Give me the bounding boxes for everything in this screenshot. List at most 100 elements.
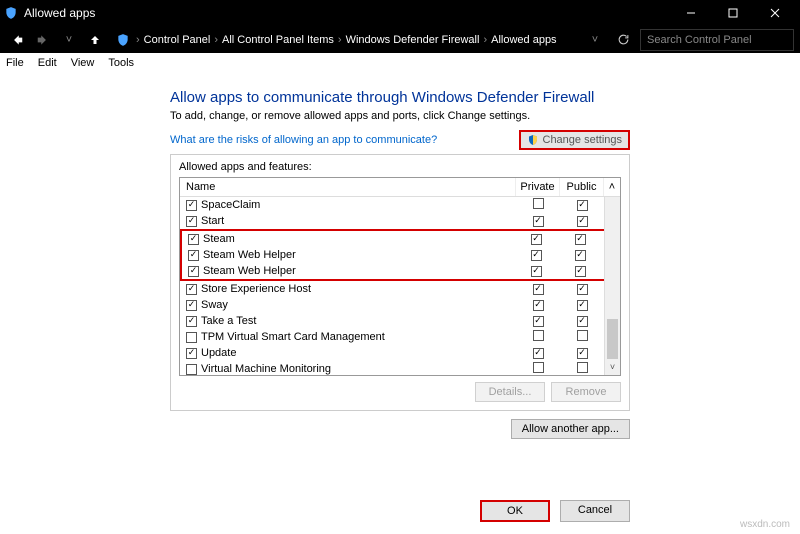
public-checkbox[interactable] [575, 234, 586, 245]
chevron-right-icon: › [134, 34, 142, 46]
recent-dropdown[interactable]: ˅ [58, 29, 80, 51]
app-enable-checkbox[interactable] [186, 332, 197, 343]
col-name[interactable]: Name [180, 178, 516, 196]
back-button[interactable] [6, 29, 28, 51]
private-checkbox[interactable] [533, 348, 544, 359]
app-enable-checkbox[interactable] [188, 250, 199, 261]
public-checkbox[interactable] [575, 266, 586, 277]
allowed-apps-group: Allowed apps and features: Name Private … [170, 154, 630, 411]
breadcrumb[interactable]: › Control Panel › All Control Panel Item… [110, 29, 580, 51]
table-row[interactable]: Start [180, 213, 620, 229]
maximize-button[interactable] [712, 0, 754, 26]
public-checkbox[interactable] [577, 284, 588, 295]
forward-button[interactable] [32, 29, 54, 51]
table-row[interactable]: Virtual Machine Monitoring [180, 361, 620, 375]
minimize-button[interactable] [670, 0, 712, 26]
group-label: Allowed apps and features: [179, 161, 621, 177]
app-enable-checkbox[interactable] [186, 364, 197, 375]
table-row[interactable]: Steam [182, 231, 618, 247]
apps-table: Name Private Public ˄ SpaceClaim Start Ste… [179, 177, 621, 376]
private-checkbox[interactable] [533, 198, 544, 209]
close-button[interactable] [754, 0, 796, 26]
public-checkbox[interactable] [575, 250, 586, 261]
table-row[interactable]: Steam Web Helper [182, 263, 618, 279]
public-checkbox[interactable] [577, 316, 588, 327]
private-checkbox[interactable] [533, 300, 544, 311]
table-header: Name Private Public ˄ [180, 178, 620, 197]
title-bar: Allowed apps [0, 0, 800, 26]
public-checkbox[interactable] [577, 362, 588, 373]
change-settings-button[interactable]: Change settings [519, 130, 631, 150]
app-enable-checkbox[interactable] [188, 234, 199, 245]
scrollbar[interactable]: ˅ [604, 197, 620, 375]
refresh-button[interactable] [610, 33, 636, 46]
app-enable-checkbox[interactable] [186, 284, 197, 295]
menu-file[interactable]: File [6, 57, 24, 69]
app-name: Steam Web Helper [203, 249, 296, 261]
app-enable-checkbox[interactable] [186, 300, 197, 311]
details-button[interactable]: Details... [475, 382, 545, 402]
change-settings-label: Change settings [543, 134, 623, 146]
private-checkbox[interactable] [531, 250, 542, 261]
content-area: Allow apps to communicate through Window… [0, 73, 800, 449]
private-checkbox[interactable] [531, 266, 542, 277]
app-name: Virtual Machine Monitoring [201, 363, 331, 375]
breadcrumb-item[interactable]: Control Panel [144, 34, 211, 46]
breadcrumb-item[interactable]: Windows Defender Firewall [346, 34, 480, 46]
public-checkbox[interactable] [577, 330, 588, 341]
chevron-right-icon: › [481, 34, 489, 46]
app-name: Update [201, 347, 236, 359]
app-enable-checkbox[interactable] [188, 266, 199, 277]
table-row[interactable]: Store Experience Host [180, 281, 620, 297]
private-checkbox[interactable] [533, 216, 544, 227]
app-name: SpaceClaim [201, 199, 260, 211]
app-enable-checkbox[interactable] [186, 216, 197, 227]
public-checkbox[interactable] [577, 216, 588, 227]
private-checkbox[interactable] [533, 316, 544, 327]
menu-bar: File Edit View Tools [0, 53, 800, 73]
remove-button[interactable]: Remove [551, 382, 621, 402]
search-input[interactable]: Search Control Panel [640, 29, 794, 51]
col-private[interactable]: Private [516, 178, 560, 196]
cancel-button[interactable]: Cancel [560, 500, 630, 522]
private-checkbox[interactable] [533, 362, 544, 373]
scrollbar-thumb[interactable] [607, 319, 618, 359]
public-checkbox[interactable] [577, 348, 588, 359]
table-row[interactable]: Steam Web Helper [182, 247, 618, 263]
risk-link[interactable]: What are the risks of allowing an app to… [170, 134, 519, 146]
uac-shield-icon [527, 134, 539, 146]
allow-another-app-button[interactable]: Allow another app... [511, 419, 630, 439]
app-name: Sway [201, 299, 228, 311]
private-checkbox[interactable] [531, 234, 542, 245]
public-checkbox[interactable] [577, 200, 588, 211]
app-name: Steam Web Helper [203, 265, 296, 277]
table-row[interactable]: TPM Virtual Smart Card Management [180, 329, 620, 345]
public-checkbox[interactable] [577, 300, 588, 311]
col-public[interactable]: Public [560, 178, 604, 196]
table-row[interactable]: SpaceClaim [180, 197, 620, 213]
menu-tools[interactable]: Tools [108, 57, 134, 69]
dialog-footer: OK Cancel [480, 500, 630, 522]
menu-edit[interactable]: Edit [38, 57, 57, 69]
app-enable-checkbox[interactable] [186, 348, 197, 359]
scroll-down-icon[interactable]: ˅ [605, 359, 620, 375]
menu-view[interactable]: View [71, 57, 95, 69]
watermark: wsxdn.com [740, 519, 790, 530]
up-button[interactable] [84, 29, 106, 51]
history-dropdown[interactable]: ˅ [584, 29, 606, 51]
firewall-shield-icon [4, 6, 18, 20]
table-row[interactable]: Sway [180, 297, 620, 313]
private-checkbox[interactable] [533, 284, 544, 295]
scroll-up-icon[interactable] [605, 197, 620, 213]
app-name: TPM Virtual Smart Card Management [201, 331, 385, 343]
scroll-up-button[interactable]: ˄ [604, 178, 620, 196]
private-checkbox[interactable] [533, 330, 544, 341]
table-row[interactable]: Update [180, 345, 620, 361]
ok-button[interactable]: OK [480, 500, 550, 522]
app-enable-checkbox[interactable] [186, 316, 197, 327]
app-enable-checkbox[interactable] [186, 200, 197, 211]
breadcrumb-item[interactable]: All Control Panel Items [222, 34, 334, 46]
table-row[interactable]: Take a Test [180, 313, 620, 329]
breadcrumb-shield-icon [116, 33, 130, 47]
breadcrumb-item[interactable]: Allowed apps [491, 34, 556, 46]
